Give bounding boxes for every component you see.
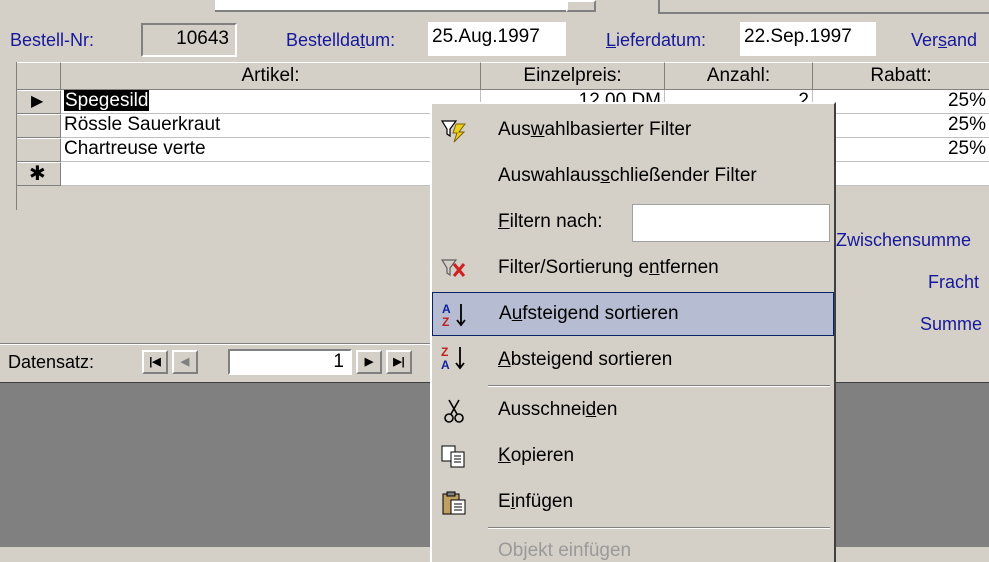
filter-by-selection-icon bbox=[440, 118, 468, 144]
previous-record-icon: ◀ bbox=[180, 356, 190, 368]
filter-for-input[interactable] bbox=[632, 204, 830, 242]
row-selector[interactable] bbox=[17, 138, 61, 162]
freight-label: Fracht bbox=[928, 272, 980, 292]
row-selector[interactable]: ▶ bbox=[17, 90, 61, 114]
top-right-field bbox=[658, 0, 989, 14]
table-cell-artikel[interactable]: Spegesild bbox=[61, 90, 481, 114]
menu-item-copy[interactable]: Kopieren bbox=[432, 434, 834, 480]
delivery-date-field[interactable]: 22.Sep.1997 bbox=[740, 22, 876, 56]
new-record-icon: ✱ bbox=[29, 163, 46, 185]
menu-item-cut[interactable]: Ausschneiden bbox=[432, 388, 834, 434]
table-cell-rabatt[interactable]: 25% bbox=[813, 90, 989, 114]
menu-separator bbox=[488, 527, 830, 529]
record-label: Datensatz: bbox=[8, 352, 95, 372]
menu-item-remove-filter[interactable]: Filter/Sortierung entfernen bbox=[432, 246, 834, 292]
record-number-input[interactable]: 1 bbox=[228, 349, 352, 375]
top-dropdown-button[interactable] bbox=[566, 0, 596, 12]
sort-descending-icon: ZA bbox=[440, 344, 468, 372]
menu-item-label: Auswahlbasierter Filter bbox=[498, 119, 692, 140]
svg-text:A: A bbox=[441, 358, 450, 372]
menu-item-label: Objekt einfügen bbox=[498, 540, 632, 561]
order-no-label: Bestell-Nr: bbox=[10, 30, 95, 50]
menu-item-label: Einfügen bbox=[498, 491, 574, 512]
menu-item-label: Filtern nach: bbox=[498, 211, 603, 232]
column-header-anzahl[interactable]: Anzahl: bbox=[665, 62, 813, 90]
menu-item-label: Filter/Sortierung entfernen bbox=[498, 257, 719, 278]
context-menu: Auswahlbasierter Filter Auswahlausschlie… bbox=[430, 102, 836, 562]
sort-ascending-icon: AZ bbox=[441, 301, 469, 329]
menu-item-filter-by-selection[interactable]: Auswahlbasierter Filter bbox=[432, 108, 834, 154]
table-cell-artikel[interactable]: Rössle Sauerkraut bbox=[61, 114, 481, 138]
menu-item-label: Kopieren bbox=[498, 445, 575, 466]
menu-item-filter-for[interactable]: Filtern nach: bbox=[432, 200, 834, 246]
column-header-artikel[interactable]: Artikel: bbox=[61, 62, 481, 90]
row-selector[interactable] bbox=[17, 114, 61, 138]
column-header-einzelpreis[interactable]: Einzelpreis: bbox=[481, 62, 665, 90]
top-field bbox=[215, 0, 595, 12]
first-record-icon: |◀ bbox=[149, 356, 161, 368]
cut-icon bbox=[440, 398, 468, 424]
svg-text:Z: Z bbox=[442, 315, 449, 329]
first-record-button[interactable]: |◀ bbox=[142, 350, 168, 374]
current-record-icon: ▶ bbox=[31, 93, 44, 110]
remove-filter-icon bbox=[440, 256, 468, 282]
menu-item-exclude-selection[interactable]: Auswahlausschließender Filter bbox=[432, 154, 834, 200]
copy-icon bbox=[440, 444, 468, 470]
table-cell-rabatt[interactable]: 25% bbox=[813, 138, 989, 162]
subtotal-label: Zwischensumme bbox=[836, 230, 972, 250]
paste-icon bbox=[440, 490, 468, 516]
order-no-field[interactable]: 10643 bbox=[141, 23, 237, 57]
next-record-button[interactable]: ▶ bbox=[356, 350, 382, 374]
order-date-label: Bestelldatum: bbox=[286, 30, 396, 50]
menu-item-label: Aufsteigend sortieren bbox=[499, 303, 679, 324]
menu-separator bbox=[488, 385, 830, 387]
menu-item-insert-object[interactable]: Objekt einfügen bbox=[432, 532, 834, 562]
last-record-button[interactable]: ▶| bbox=[386, 350, 412, 374]
new-row-selector[interactable]: ✱ bbox=[17, 162, 61, 186]
table-cell-rabatt[interactable]: 25% bbox=[813, 114, 989, 138]
last-record-icon: ▶| bbox=[393, 356, 405, 368]
sum-label: Summe bbox=[920, 314, 983, 334]
menu-item-label: Auswahlausschließender Filter bbox=[498, 165, 757, 186]
corner-header[interactable] bbox=[17, 62, 61, 90]
selected-text: Spegesild bbox=[64, 90, 150, 111]
menu-item-label: Ausschneiden bbox=[498, 399, 618, 420]
nav-divider bbox=[0, 343, 450, 345]
order-date-field[interactable]: 25.Aug.1997 bbox=[428, 22, 566, 56]
previous-record-button[interactable]: ◀ bbox=[172, 350, 198, 374]
svg-text:A: A bbox=[442, 302, 451, 316]
table-cell-artikel[interactable]: Chartreuse verte bbox=[61, 138, 481, 162]
menu-item-sort-descending[interactable]: ZA Absteigend sortieren bbox=[432, 338, 834, 384]
menu-item-label: Absteigend sortieren bbox=[498, 349, 673, 370]
table-cell-new[interactable] bbox=[61, 162, 481, 186]
record-navigation-bar: Datensatz: |◀ ◀ 1 ▶ ▶| bbox=[0, 343, 450, 379]
column-header-rabatt[interactable]: Rabatt: bbox=[813, 62, 989, 90]
menu-item-paste[interactable]: Einfügen bbox=[432, 480, 834, 526]
next-record-icon: ▶ bbox=[364, 356, 374, 368]
svg-text:Z: Z bbox=[441, 345, 448, 359]
delivery-date-label: Lieferdatum: bbox=[606, 30, 707, 50]
menu-item-sort-ascending[interactable]: AZ Aufsteigend sortieren bbox=[432, 292, 834, 336]
ship-label: Versand bbox=[911, 30, 978, 50]
